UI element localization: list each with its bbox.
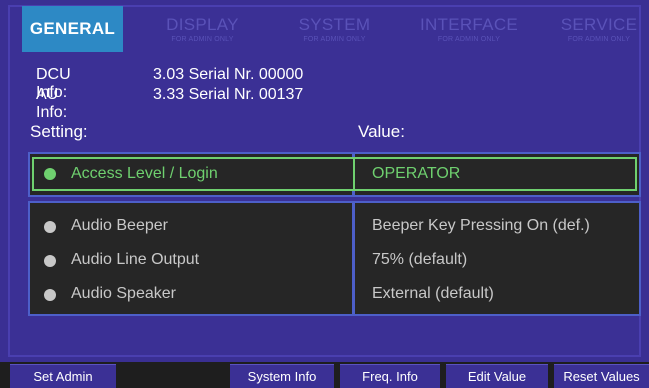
row-indicator-icon <box>44 255 56 267</box>
tab-system[interactable]: SYSTEM FOR ADMIN ONLY <box>277 6 392 52</box>
selected-divider <box>353 157 355 191</box>
tab-display[interactable]: DISPLAY FOR ADMIN ONLY <box>145 6 260 52</box>
setting-audio-beeper[interactable]: Audio Beeper <box>71 217 168 235</box>
selected-indicator-icon <box>44 168 56 180</box>
tab-display-sub: FOR ADMIN ONLY <box>171 36 234 43</box>
setting-audio-speaker[interactable]: Audio Speaker <box>71 285 176 303</box>
tab-service-label: SERVICE <box>560 15 638 34</box>
au-info-value: 3.33 Serial Nr. 00137 <box>153 86 304 103</box>
tab-system-label: SYSTEM <box>298 15 371 34</box>
value-header: Value: <box>358 122 405 141</box>
tab-display-label: DISPLAY <box>166 15 239 34</box>
tab-general-label: GENERAL <box>29 19 116 38</box>
tab-interface-label: INTERFACE <box>419 15 519 34</box>
set-admin-button[interactable]: Set Admin <box>10 364 116 388</box>
au-info-label: AU Info: <box>36 86 68 121</box>
value-audio-speaker[interactable]: External (default) <box>372 285 494 303</box>
tab-interface-sub: FOR ADMIN ONLY <box>437 36 501 43</box>
dcu-info-value: 3.03 Serial Nr. 00000 <box>153 66 304 83</box>
tab-bar: GENERAL DISPLAY FOR ADMIN ONLY SYSTEM FO… <box>14 6 637 52</box>
row-indicator-icon <box>44 289 56 301</box>
tab-interface[interactable]: INTERFACE FOR ADMIN ONLY <box>404 6 534 52</box>
value-audio-line-output[interactable]: 75% (default) <box>372 251 467 269</box>
tab-service-sub: FOR ADMIN ONLY <box>567 36 631 43</box>
reset-values-button[interactable]: Reset Values <box>554 364 649 388</box>
value-audio-beeper[interactable]: Beeper Key Pressing On (def.) <box>372 217 590 235</box>
setting-audio-line-output[interactable]: Audio Line Output <box>71 251 199 269</box>
setting-header: Setting: <box>30 122 88 141</box>
row-indicator-icon <box>44 221 56 233</box>
tab-general[interactable]: GENERAL <box>22 6 123 52</box>
edit-value-button[interactable]: Edit Value <box>446 364 548 388</box>
selected-value-label: OPERATOR <box>372 165 461 182</box>
system-info-button[interactable]: System Info <box>230 364 334 388</box>
tab-system-sub: FOR ADMIN ONLY <box>303 36 366 43</box>
selected-setting-label: Access Level / Login <box>71 165 218 182</box>
tab-service[interactable]: SERVICE FOR ADMIN ONLY <box>544 6 649 52</box>
freq-info-button[interactable]: Freq. Info <box>340 364 440 388</box>
